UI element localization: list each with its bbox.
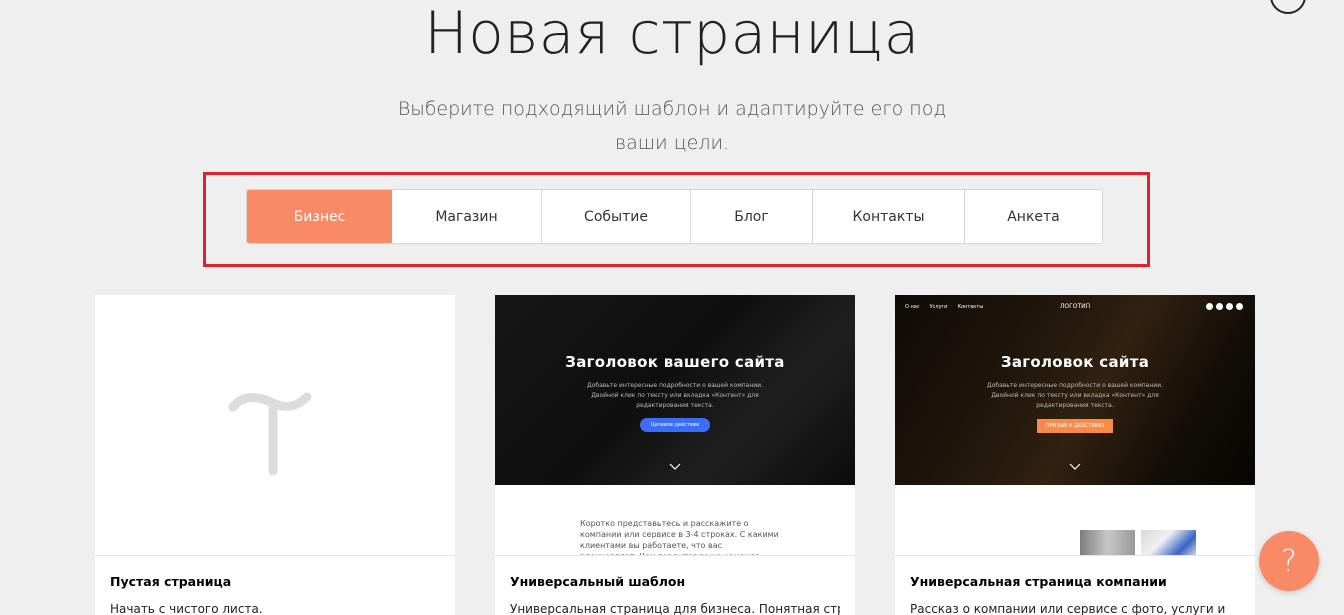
card-preview: Заголовок вашего сайта Добавьте интересн… bbox=[495, 295, 855, 555]
tab-contacts[interactable]: Контакты bbox=[813, 190, 965, 243]
tab-form[interactable]: Анкета bbox=[965, 190, 1102, 243]
preview-cta-button: ПРИЗЫВ К ДЕЙСТВИЮ bbox=[1037, 419, 1113, 433]
preview-text: Добавьте интересные подробности о вашей … bbox=[987, 382, 1163, 409]
help-button[interactable]: ? bbox=[1259, 531, 1319, 591]
tilda-logo-icon bbox=[228, 392, 312, 475]
preview-hero-image: Заголовок вашего сайта Добавьте интересн… bbox=[495, 295, 855, 485]
chevron-down-icon bbox=[669, 463, 681, 470]
card-description: Рассказ о компании или сервисе с фото, у… bbox=[910, 602, 1226, 615]
card-title: Пустая страница bbox=[110, 574, 232, 589]
page-title: Новая страница bbox=[424, 0, 920, 67]
tab-shop[interactable]: Магазин bbox=[392, 190, 542, 243]
card-title: Универсальная страница компании bbox=[910, 574, 1167, 589]
card-divider bbox=[495, 555, 855, 556]
tab-event[interactable]: Событие bbox=[542, 190, 691, 243]
template-card-company[interactable]: О нас Услуги Контакты ЛОГОТИП Заголовок … bbox=[895, 295, 1255, 615]
preview-lower-text: Коротко представьтесь и расскажите о ком… bbox=[580, 519, 779, 555]
card-description: Универсальная страница для бизнеса. Поня… bbox=[510, 602, 840, 615]
preview-thumbnail-image bbox=[1080, 530, 1135, 555]
card-preview bbox=[95, 295, 455, 555]
preview-logo: ЛОГОТИП bbox=[1059, 303, 1091, 310]
preview-thumbnail-image bbox=[1141, 530, 1196, 555]
card-divider bbox=[895, 555, 1255, 556]
category-tabs: Бизнес Магазин Событие Блог Контакты Анк… bbox=[246, 189, 1103, 244]
template-card-blank[interactable]: Пустая страница Начать с чистого листа. bbox=[95, 295, 455, 615]
card-preview: О нас Услуги Контакты ЛОГОТИП Заголовок … bbox=[895, 295, 1255, 555]
telegram-icon bbox=[1236, 303, 1243, 310]
subtitle-line-2: ваши цели. bbox=[614, 132, 730, 154]
facebook-icon bbox=[1206, 303, 1213, 310]
preview-heading: Заголовок вашего сайта bbox=[565, 353, 785, 371]
tab-business[interactable]: Бизнес bbox=[247, 190, 392, 243]
card-description: Начать с чистого листа. bbox=[110, 602, 263, 615]
preview-cta-button: Целевое действие bbox=[640, 418, 710, 432]
chevron-down-icon bbox=[1069, 463, 1081, 470]
preview-text: Добавьте интересные подробности о вашей … bbox=[587, 382, 763, 409]
subtitle-line-1: Выберите подходящий шаблон и адаптируйте… bbox=[397, 98, 947, 120]
preview-hero-image: О нас Услуги Контакты ЛОГОТИП Заголовок … bbox=[895, 295, 1255, 485]
tab-blog[interactable]: Блог bbox=[691, 190, 813, 243]
page-subtitle: Выберите подходящий шаблон и адаптируйте… bbox=[392, 92, 952, 160]
preview-heading: Заголовок сайта bbox=[1000, 353, 1150, 371]
card-divider bbox=[95, 555, 455, 556]
twitter-icon bbox=[1216, 303, 1223, 310]
card-title: Универсальный шаблон bbox=[510, 574, 686, 589]
template-card-universal[interactable]: Заголовок вашего сайта Добавьте интересн… bbox=[495, 295, 855, 615]
vk-icon bbox=[1226, 303, 1233, 310]
preview-thumbnails bbox=[1080, 530, 1196, 555]
preview-social-icons bbox=[1206, 303, 1243, 310]
